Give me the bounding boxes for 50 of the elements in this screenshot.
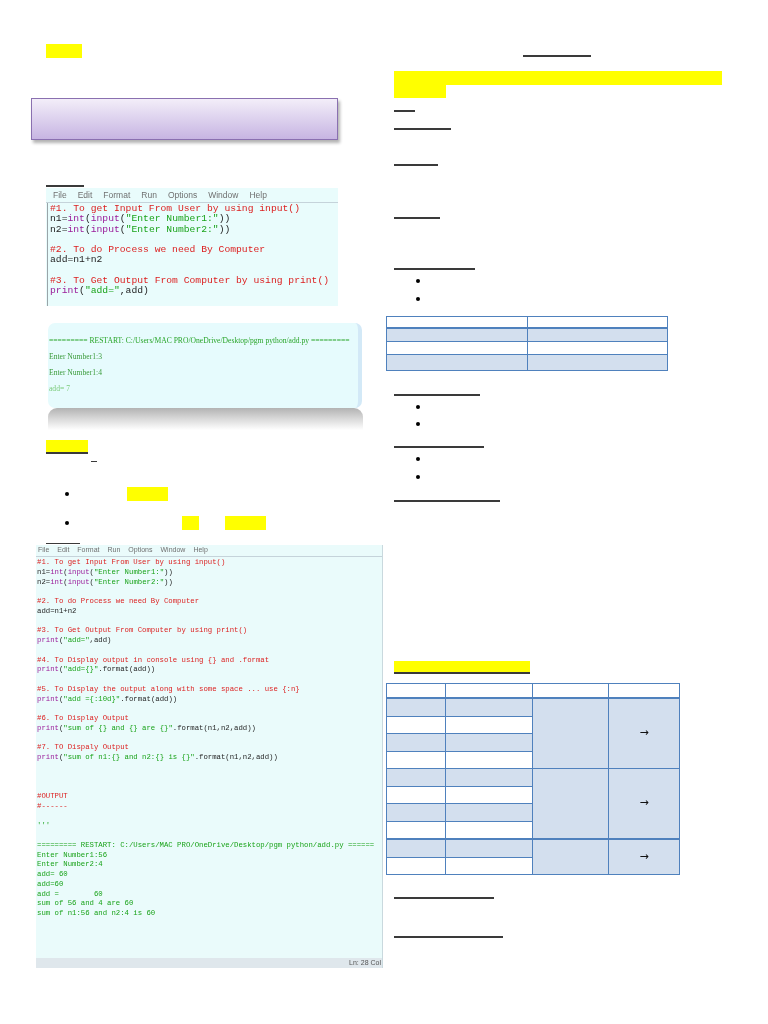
table-cell [387,786,445,803]
menu-item[interactable]: Edit [77,188,93,202]
code-line: #2. To do Process we need By Computer [50,245,266,256]
table-cell [387,684,445,697]
menu-item[interactable]: File [53,188,67,202]
code-line: n2=int(input("Enter Number2:")) [50,224,231,235]
highlight-mark [127,487,168,501]
table-cell: → [609,840,679,874]
bullet-icon [416,475,420,479]
underline-rule [394,217,440,219]
table-cell: → [609,769,679,838]
code-line: #3. To Get Output From Computer by using print() [50,276,330,287]
table-cell [387,699,445,716]
underline-rule [523,55,591,57]
bullet-icon [416,405,420,409]
underline-rule [46,543,80,544]
code-line: print("add=",add) [50,286,149,297]
underline-rule [46,185,84,187]
highlight-mark [182,516,199,530]
table-cell [387,804,445,821]
menu-item[interactable]: Window [208,188,239,202]
underline-rule [394,110,415,112]
code-line: add=n1+n2 [50,255,103,266]
menu-item[interactable]: Format [103,188,131,202]
table-cell: → [609,699,679,768]
table-cell [387,751,445,768]
menu-item[interactable]: Run [141,188,157,202]
table-cell [387,716,445,733]
highlight-mark [225,516,266,530]
bullet-icon [65,521,69,525]
menu-item[interactable]: Help [249,188,267,202]
bullet-icon [416,279,420,283]
table-cell [387,769,445,786]
table-cell [387,857,445,874]
menu-item[interactable]: Options [167,188,198,202]
code-line: #1. To get Input From User by using input() [50,204,300,214]
table-cell [387,840,445,857]
bullet-icon [65,492,69,496]
bullet-icon [416,297,420,301]
table-cell [387,821,445,838]
highlight-mark [46,44,82,58]
table-cell [609,684,679,697]
code-line: n1=int(input("Enter Number1:")) [50,214,231,225]
highlight-mark [46,440,88,452]
table-cell [387,734,445,751]
underline-rule [394,164,438,166]
underline-rule [46,452,88,454]
bullet-icon [416,457,420,461]
bullet-icon [416,422,420,426]
underline-rule [394,128,451,130]
